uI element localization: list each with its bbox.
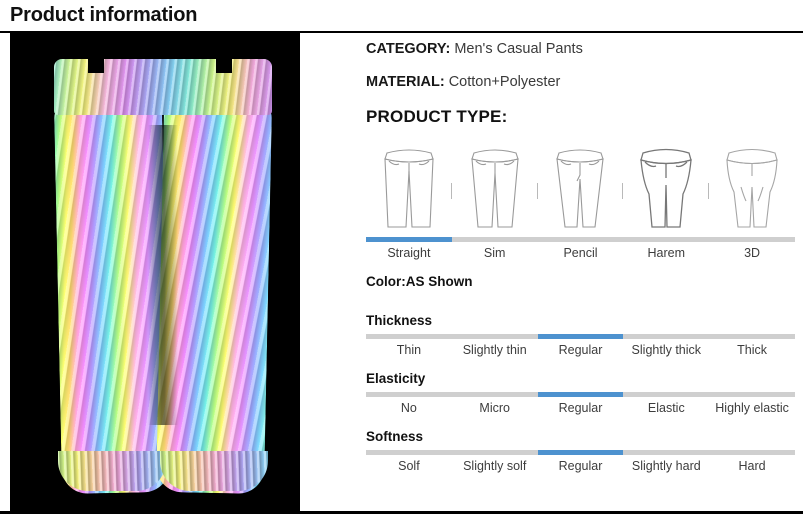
harem-pants-icon: [640, 148, 693, 228]
product-type-option-harem[interactable]: [622, 137, 709, 233]
product-type-option-3d[interactable]: [708, 137, 795, 233]
attribute-softness-title: Softness: [366, 429, 424, 444]
softness-option-solf[interactable]: Solf: [366, 459, 452, 473]
pants-center-shadow: [148, 125, 178, 425]
product-type-icon-row: [366, 137, 795, 233]
softness-seg-4: [709, 450, 795, 455]
pants-cuff-right: [160, 451, 268, 491]
thickness-seg-2: [537, 334, 624, 339]
spec-material: MATERIAL: Cotton+Polyester: [366, 74, 795, 90]
thickness-seg-4: [709, 334, 795, 339]
attribute-elasticity-bar: [366, 392, 795, 397]
spec-category: CATEGORY: Men's Casual Pants: [366, 41, 795, 57]
softness-option-slightly-solf[interactable]: Slightly solf: [452, 459, 538, 473]
product-type-label-row: Straight Sim Pencil Harem 3D: [366, 246, 795, 260]
softness-option-slightly-hard[interactable]: Slightly hard: [623, 459, 709, 473]
page-title: Product information: [10, 4, 198, 26]
pants-cuff-left: [58, 451, 166, 491]
product-type-indicator-straight: [366, 237, 452, 242]
pants-belt-notch-left: [88, 59, 104, 73]
elasticity-seg-0: [366, 392, 452, 397]
product-information-page: Product information CATEGORY: Men's Casu…: [0, 0, 803, 514]
attribute-elasticity: Elasticity No Micro Regular Elastic High…: [366, 371, 795, 415]
attribute-thickness-bar: [366, 334, 795, 339]
elasticity-option-regular[interactable]: Regular: [538, 401, 624, 415]
page-header: Product information: [0, 0, 803, 30]
attribute-elasticity-title: Elasticity: [366, 371, 426, 386]
elasticity-option-elastic[interactable]: Elastic: [623, 401, 709, 415]
product-type-option-straight[interactable]: [366, 137, 452, 233]
thickness-option-slightly-thin[interactable]: Slightly thin: [452, 343, 538, 357]
softness-seg-0: [366, 450, 452, 455]
thickness-option-thick[interactable]: Thick: [709, 343, 795, 357]
straight-pants-icon: [384, 149, 434, 228]
product-type-label-straight[interactable]: Straight: [366, 246, 452, 260]
softness-option-hard[interactable]: Hard: [709, 459, 795, 473]
product-type-indicator-3d: [709, 237, 795, 242]
elasticity-option-highly-elastic[interactable]: Highly elastic: [709, 401, 795, 415]
product-details-column: CATEGORY: Men's Casual Pants MATERIAL: C…: [300, 33, 803, 487]
thickness-option-slightly-thick[interactable]: Slightly thick: [623, 343, 709, 357]
slim-pants-icon: [470, 149, 519, 228]
pants-belt-notch-right: [216, 59, 232, 73]
product-type-label-harem[interactable]: Harem: [623, 246, 709, 260]
product-type-option-sim[interactable]: [450, 137, 538, 233]
thickness-seg-3: [623, 334, 709, 339]
product-type-label-3d[interactable]: 3D: [709, 246, 795, 260]
product-type-indicator-sim: [452, 237, 538, 242]
elasticity-seg-4: [709, 392, 795, 397]
product-type-indicator-pencil: [538, 237, 624, 242]
pencil-pants-icon: [556, 149, 605, 228]
product-type-label-pencil[interactable]: Pencil: [538, 246, 624, 260]
attribute-softness-bar: [366, 450, 795, 455]
attribute-thickness-title: Thickness: [366, 313, 433, 328]
elasticity-option-micro[interactable]: Micro: [452, 401, 538, 415]
softness-seg-1: [452, 450, 538, 455]
elasticity-seg-2: [537, 392, 624, 397]
spec-material-key: MATERIAL:: [366, 74, 445, 90]
3d-pants-icon: [726, 148, 778, 228]
spec-category-key: CATEGORY:: [366, 41, 451, 57]
softness-seg-2: [537, 450, 624, 455]
product-type-title: PRODUCT TYPE:: [366, 107, 508, 126]
elasticity-option-no[interactable]: No: [366, 401, 452, 415]
product-type-option-pencil[interactable]: [536, 137, 624, 233]
softness-option-regular[interactable]: Regular: [538, 459, 624, 473]
product-color: Color:AS Shown: [366, 274, 473, 289]
spec-material-value: Cotton+Polyester: [448, 74, 561, 90]
thickness-seg-0: [366, 334, 452, 339]
elasticity-seg-1: [452, 392, 538, 397]
product-type-indicator-bar: [366, 237, 795, 242]
product-image-column: [0, 33, 300, 513]
product-photo: [10, 33, 300, 513]
attribute-softness: Softness Solf Slightly solf Regular Slig…: [366, 429, 795, 473]
product-type-indicator-harem: [623, 237, 709, 242]
elasticity-seg-3: [623, 392, 709, 397]
thickness-seg-1: [452, 334, 538, 339]
product-type-selector: Straight Sim Pencil Harem 3D: [366, 137, 795, 260]
thickness-option-regular[interactable]: Regular: [538, 343, 624, 357]
attribute-thickness-labels: Thin Slightly thin Regular Slightly thic…: [366, 343, 795, 357]
reflective-pants-illustration: [10, 33, 300, 513]
softness-seg-3: [623, 450, 709, 455]
product-type-label-sim[interactable]: Sim: [452, 246, 538, 260]
spec-category-value: Men's Casual Pants: [454, 41, 583, 57]
pants-waistband: [54, 59, 272, 115]
thickness-option-thin[interactable]: Thin: [366, 343, 452, 357]
attribute-elasticity-labels: No Micro Regular Elastic Highly elastic: [366, 401, 795, 415]
attribute-softness-labels: Solf Slightly solf Regular Slightly hard…: [366, 459, 795, 473]
attribute-thickness: Thickness Thin Slightly thin Regular Sli…: [366, 313, 795, 357]
page-content: CATEGORY: Men's Casual Pants MATERIAL: C…: [0, 33, 803, 513]
